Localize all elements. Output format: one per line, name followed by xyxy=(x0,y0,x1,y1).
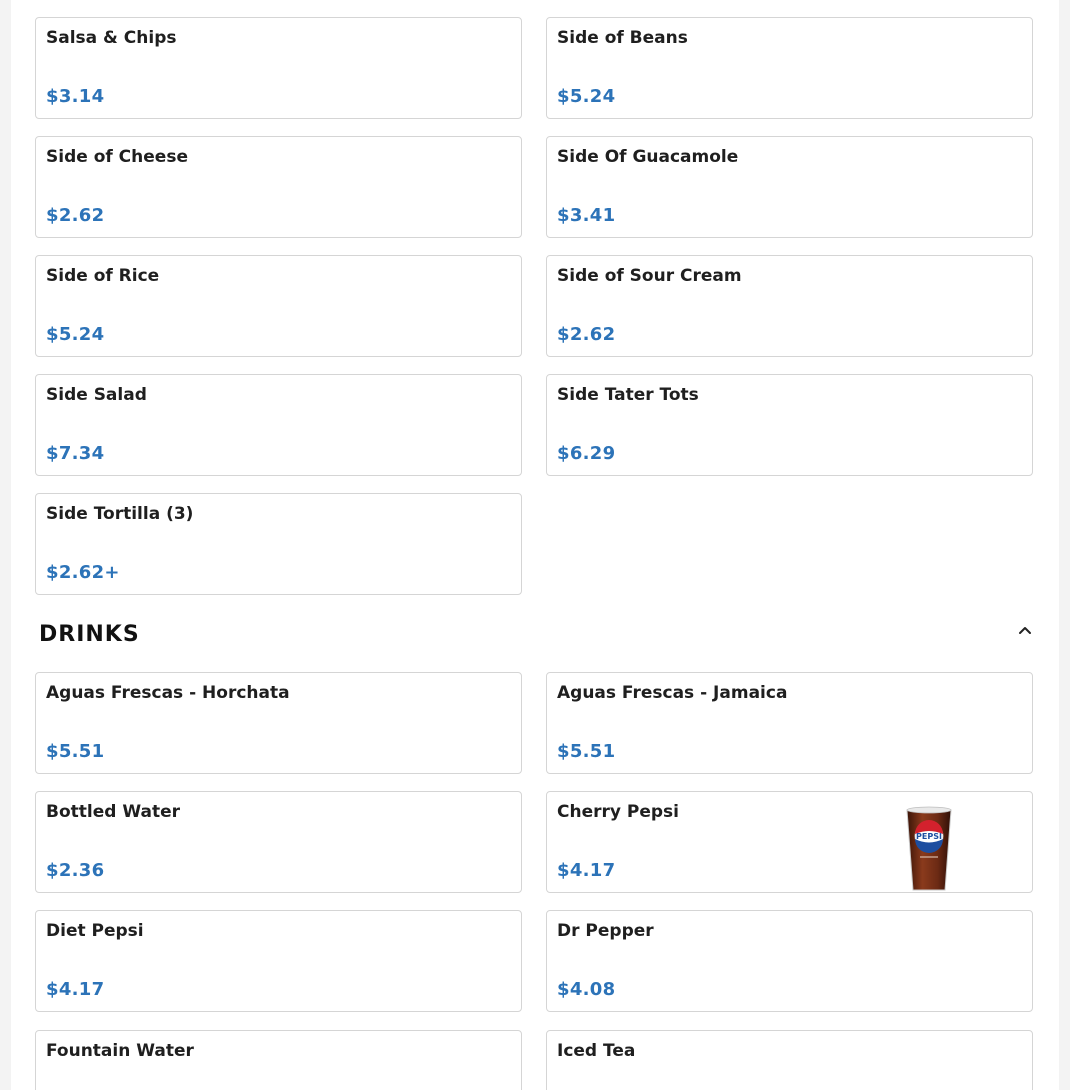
menu-item-card[interactable]: Side Salad $7.34 xyxy=(35,374,522,476)
menu-item-name: Aguas Frescas - Jamaica xyxy=(557,683,788,703)
menu-item-price: $2.62+ xyxy=(46,562,120,583)
menu-item-price: $5.51 xyxy=(557,741,616,762)
menu-item-card[interactable]: Side of Sour Cream $2.62 xyxy=(546,255,1033,357)
menu-item-name: Diet Pepsi xyxy=(46,921,144,941)
menu-item-name: Side Tater Tots xyxy=(557,385,699,405)
menu-item-price: $5.24 xyxy=(557,86,616,107)
menu-item-card[interactable]: Bottled Water $2.36 xyxy=(35,791,522,893)
menu-item-price: $7.34 xyxy=(46,443,105,464)
section-collapse-button[interactable] xyxy=(1013,618,1037,642)
menu-item-card[interactable]: Dr Pepper $4.08 xyxy=(546,910,1033,1012)
menu-item-name: Side of Beans xyxy=(557,28,688,48)
menu-item-card[interactable]: Side Of Guacamole $3.41 xyxy=(546,136,1033,238)
menu-item-card[interactable]: Side of Rice $5.24 xyxy=(35,255,522,357)
menu-item-name: Bottled Water xyxy=(46,802,180,822)
menu-item-name: Fountain Water xyxy=(46,1041,194,1061)
menu-item-price: $3.14 xyxy=(46,86,105,107)
menu-item-name: Side Of Guacamole xyxy=(557,147,739,167)
menu-item-name: Dr Pepper xyxy=(557,921,654,941)
menu-item-card[interactable]: Cherry Pepsi $4.17 PEPSI xyxy=(546,791,1033,893)
menu-item-name: Salsa & Chips xyxy=(46,28,177,48)
menu-item-price: $5.51 xyxy=(46,741,105,762)
menu-item-name: Side Salad xyxy=(46,385,147,405)
menu-item-card[interactable]: Aguas Frescas - Horchata $5.51 xyxy=(35,672,522,774)
menu-item-card[interactable]: Salsa & Chips $3.14 xyxy=(35,17,522,119)
menu-item-price: $2.36 xyxy=(46,860,105,881)
menu-item-name: Aguas Frescas - Horchata xyxy=(46,683,290,703)
menu-item-name: Side of Sour Cream xyxy=(557,266,742,286)
menu-item-card[interactable]: Side Tater Tots $6.29 xyxy=(546,374,1033,476)
menu-item-name: Side of Cheese xyxy=(46,147,188,167)
menu-item-card[interactable]: Aguas Frescas - Jamaica $5.51 xyxy=(546,672,1033,774)
menu-item-price: $4.17 xyxy=(46,979,105,1000)
menu-item-card[interactable]: Diet Pepsi $4.17 xyxy=(35,910,522,1012)
menu-item-card[interactable]: Fountain Water xyxy=(35,1030,522,1090)
menu-item-price: $3.41 xyxy=(557,205,616,226)
menu-item-name: Cherry Pepsi xyxy=(557,802,679,822)
menu-item-name: Side Tortilla (3) xyxy=(46,504,194,524)
menu-item-name: Side of Rice xyxy=(46,266,160,286)
section-title-drinks: DRINKS xyxy=(39,622,140,647)
menu-item-price: $5.24 xyxy=(46,324,105,345)
menu-item-price: $6.29 xyxy=(557,443,616,464)
menu-item-price: $4.17 xyxy=(557,860,616,881)
menu-item-card[interactable]: Side of Cheese $2.62 xyxy=(35,136,522,238)
menu-item-card[interactable]: Side Tortilla (3) $2.62+ xyxy=(35,493,522,595)
pepsi-cup-image: PEPSI xyxy=(899,804,959,892)
menu-item-price: $4.08 xyxy=(557,979,616,1000)
menu-item-card[interactable]: Side of Beans $5.24 xyxy=(546,17,1033,119)
chevron-up-icon xyxy=(1019,627,1031,634)
menu-item-card[interactable]: Iced Tea xyxy=(546,1030,1033,1090)
menu-item-price: $2.62 xyxy=(557,324,616,345)
pepsi-logo-text: PEPSI xyxy=(916,832,942,841)
menu-item-name: Iced Tea xyxy=(557,1041,636,1061)
menu-page: Salsa & Chips $3.14 Side of Beans $5.24 … xyxy=(11,0,1059,1090)
menu-item-price: $2.62 xyxy=(46,205,105,226)
